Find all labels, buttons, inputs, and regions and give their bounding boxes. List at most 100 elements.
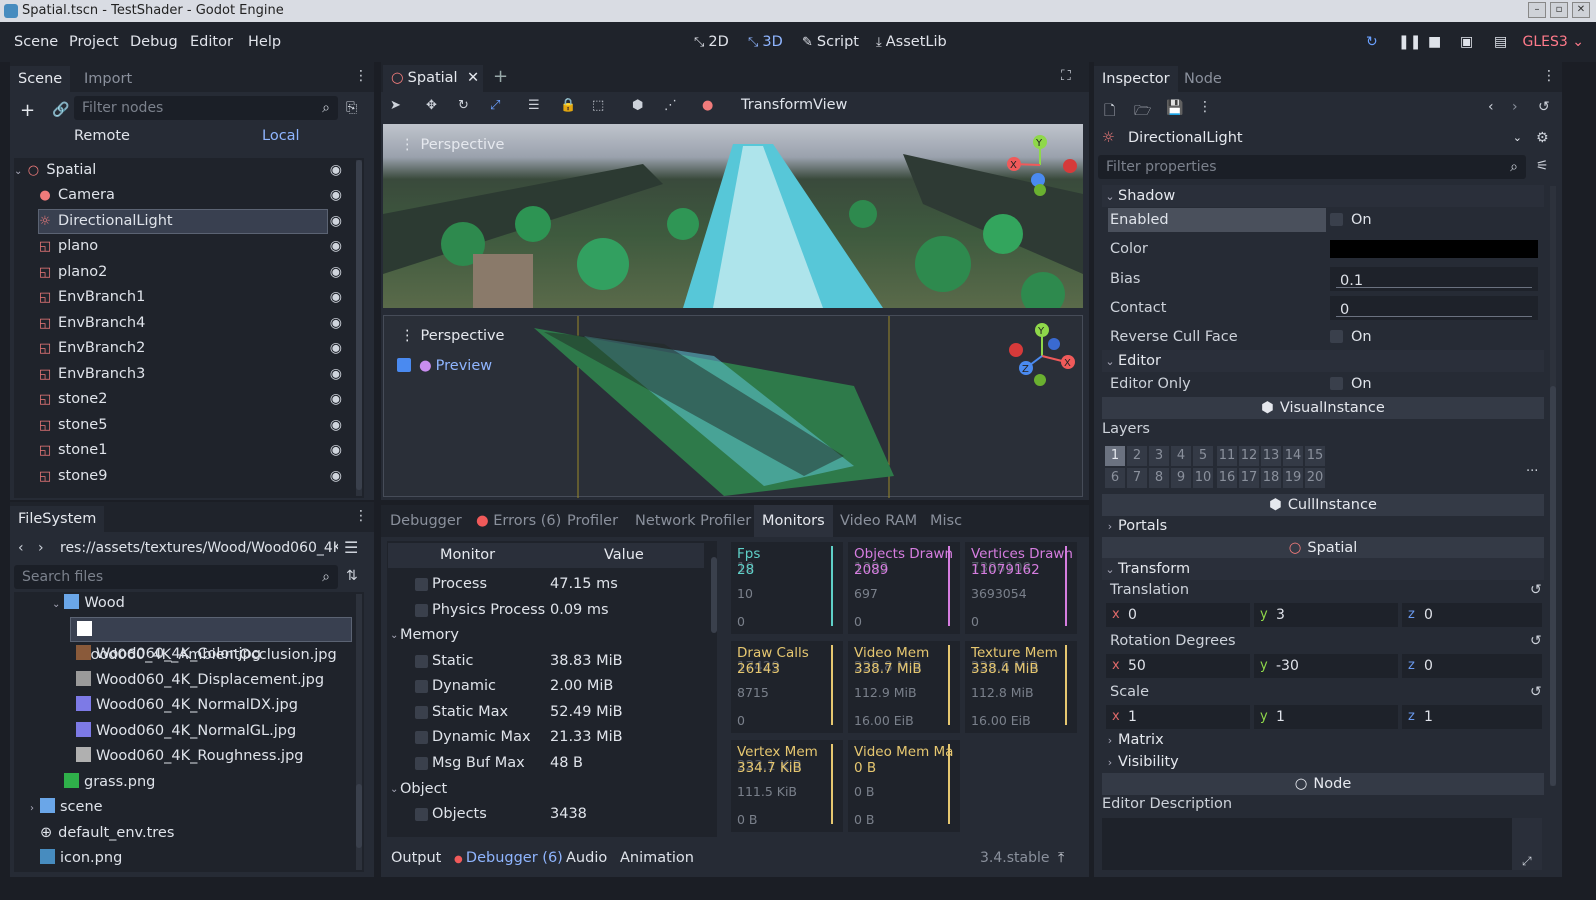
visibility-eye-icon[interactable]: ◉: [330, 260, 342, 285]
revert-scale-icon[interactable]: ↺: [1530, 684, 1542, 700]
move-tool-icon[interactable]: ✥: [426, 98, 437, 113]
close-tab-icon[interactable]: ✕: [467, 65, 479, 92]
menu-debug[interactable]: Debug: [130, 34, 178, 50]
search-files-input[interactable]: Search files ⌕: [14, 565, 338, 589]
tab-spatial[interactable]: ○ Spatial ✕: [383, 65, 483, 92]
menu-project[interactable]: Project: [69, 34, 119, 50]
file-icon-png[interactable]: icon.png: [40, 846, 122, 871]
monitor-group-memory[interactable]: ⌄ Memory: [388, 623, 708, 648]
tree-row-stone9[interactable]: ◱ stone9 ◉: [14, 464, 354, 489]
pause-icon[interactable]: ❚❚: [1398, 34, 1421, 50]
expand-panel-icon[interactable]: ⤒: [1058, 850, 1064, 866]
scene-tree-scrollbar[interactable]: [356, 160, 362, 496]
dock-menu-icon[interactable]: ⋮: [354, 68, 368, 84]
tab-debugger[interactable]: Debugger: [382, 505, 470, 537]
perspective-menu-bottom[interactable]: ⋮ Perspective: [400, 328, 504, 344]
maximize-button[interactable]: ▫: [1550, 2, 1568, 18]
add-node-icon[interactable]: +: [20, 100, 35, 121]
rotation-x[interactable]: x 50: [1106, 654, 1250, 678]
tree-row-plano[interactable]: ◱ plano ◉: [14, 234, 354, 259]
section-editor[interactable]: ⌄ Editor: [1102, 350, 1544, 372]
view-gizmo-top[interactable]: Y X: [1000, 130, 1080, 200]
monitor-checkbox[interactable]: [415, 680, 428, 693]
minimize-button[interactable]: –: [1528, 2, 1546, 18]
monitor-row-dynamic-max[interactable]: Dynamic Max 21.33 MiB: [388, 725, 708, 750]
shadow-enabled-checkbox[interactable]: On: [1330, 206, 1372, 234]
local-tab[interactable]: Local: [262, 128, 300, 144]
expand-arrow-icon[interactable]: ›: [30, 803, 34, 814]
history-back-icon[interactable]: ‹: [1488, 99, 1494, 115]
tab-filesystem[interactable]: FileSystem: [10, 506, 105, 532]
lock-icon[interactable]: 🔒: [560, 98, 576, 113]
play-custom-icon[interactable]: ▤: [1494, 34, 1507, 50]
expand-textarea-icon[interactable]: ⤢: [1522, 854, 1532, 869]
monitor-checkbox[interactable]: [415, 578, 428, 591]
dock-menu-icon[interactable]: ⋮: [354, 508, 368, 524]
file-default-env[interactable]: ⊕ default_env.tres: [40, 821, 174, 846]
snap-icon[interactable]: ⋰: [664, 98, 677, 113]
instance-scene-icon[interactable]: ⎘: [346, 100, 357, 116]
visibility-eye-icon[interactable]: ◉: [330, 234, 342, 259]
open-folder-icon[interactable]: 🗁: [1134, 100, 1151, 124]
layer-bit-9[interactable]: 9: [1171, 468, 1191, 488]
footer-tab-audio[interactable]: Audio: [566, 850, 607, 866]
group-icon[interactable]: ⬚: [592, 98, 604, 113]
tree-row-envbranch4[interactable]: ◱ EnvBranch4 ◉: [14, 311, 354, 336]
rotation-y[interactable]: y -30: [1254, 654, 1398, 678]
kebab-icon[interactable]: ⋮: [1198, 99, 1212, 115]
section-portals[interactable]: › Portals: [1102, 515, 1544, 537]
translation-y[interactable]: y3: [1254, 603, 1398, 627]
object-tools-icon[interactable]: ⚙: [1536, 130, 1549, 146]
monitor-row-dynamic[interactable]: Dynamic 2.00 MiB: [388, 674, 708, 699]
section-visibility[interactable]: › Visibility: [1102, 751, 1544, 773]
tree-row-stone5[interactable]: ◱ stone5 ◉: [14, 413, 354, 438]
camera-preview-icon[interactable]: ●: [702, 98, 713, 113]
fullscreen-icon[interactable]: ⛶: [1061, 68, 1071, 84]
file-displacement[interactable]: Wood060_4K_Displacement.jpg: [76, 668, 324, 693]
footer-tab-debugger[interactable]: ● Debugger (6): [454, 850, 563, 866]
layer-bit-4[interactable]: 4: [1171, 446, 1191, 466]
back-icon[interactable]: ‹: [18, 540, 24, 556]
collapse-arrow-icon[interactable]: ⌄: [390, 623, 398, 648]
editor-description-textarea[interactable]: [1102, 818, 1512, 870]
scale-x[interactable]: x1: [1106, 705, 1250, 729]
tree-row-stone2[interactable]: ◱ stone2 ◉: [14, 387, 354, 412]
rotation-z[interactable]: z0: [1402, 654, 1542, 678]
workspace-3d-button[interactable]: ⤡ 3D: [748, 34, 783, 50]
monitor-checkbox[interactable]: [415, 808, 428, 821]
tab-network-profiler[interactable]: Network Profiler: [627, 505, 759, 537]
menu-editor[interactable]: Editor: [190, 34, 233, 50]
sort-icon[interactable]: ⇅: [346, 568, 358, 584]
monitor-row-physics[interactable]: Physics Process 0.09 ms: [388, 598, 708, 623]
translation-z[interactable]: z0: [1402, 603, 1542, 627]
column-monitor[interactable]: Monitor: [440, 543, 495, 568]
footer-tab-animation[interactable]: Animation: [620, 850, 694, 866]
monitor-checkbox[interactable]: [415, 731, 428, 744]
visibility-eye-icon[interactable]: ◉: [330, 438, 342, 463]
perspective-menu-top[interactable]: ⋮ Perspective: [400, 137, 504, 153]
monitor-row-static-max[interactable]: Static Max 52.49 MiB: [388, 700, 708, 725]
layer-bit-17[interactable]: 17: [1239, 468, 1259, 488]
menu-scene[interactable]: Scene: [14, 34, 58, 50]
visibility-eye-icon[interactable]: ◉: [330, 413, 342, 438]
new-resource-icon[interactable]: 🗋: [1104, 100, 1115, 124]
layer-bit-15[interactable]: 15: [1305, 446, 1325, 466]
tab-node[interactable]: Node: [1176, 66, 1230, 92]
monitor-scrollbar[interactable]: [711, 557, 717, 633]
visibility-eye-icon[interactable]: ◉: [330, 336, 342, 361]
history-forward-icon[interactable]: ›: [1512, 99, 1518, 115]
layer-bit-16[interactable]: 16: [1217, 468, 1237, 488]
path-field[interactable]: res://assets/textures/Wood/Wood060_4K_: [52, 536, 338, 560]
local-space-icon[interactable]: ⬢: [632, 98, 643, 113]
layer-bit-18[interactable]: 18: [1261, 468, 1281, 488]
collapse-arrow-icon[interactable]: ⌄: [390, 777, 398, 802]
tree-row-stone1[interactable]: ◱ stone1 ◉: [14, 438, 354, 463]
visibility-eye-icon[interactable]: ◉: [330, 158, 342, 183]
preview-checkbox[interactable]: ● Preview: [397, 358, 492, 374]
file-normaldx[interactable]: Wood060_4K_NormalDX.jpg: [76, 693, 298, 718]
layer-bit-11[interactable]: 11: [1217, 446, 1237, 466]
filter-nodes-input[interactable]: Filter nodes ⌕: [74, 96, 338, 120]
history-icon[interactable]: ↺: [1538, 99, 1550, 115]
tree-row-directionallight[interactable]: ☼ DirectionalLight ◉: [14, 209, 354, 234]
inspector-options-icon[interactable]: ⚟: [1536, 158, 1549, 174]
